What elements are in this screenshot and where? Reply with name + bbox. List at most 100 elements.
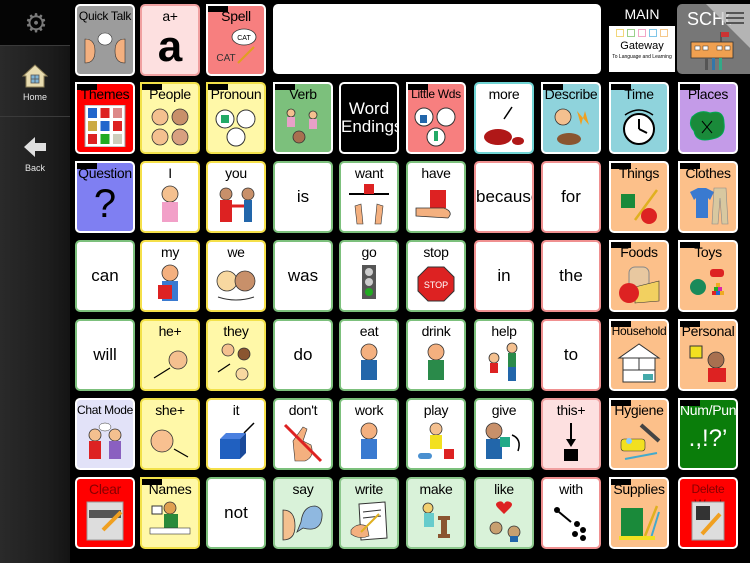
button-label: want: [354, 165, 384, 181]
grid-button-clothes[interactable]: Clothes: [678, 161, 738, 233]
grid-button-have[interactable]: have: [406, 161, 466, 233]
this-arrow-icon: [549, 421, 593, 463]
grid-button-drink[interactable]: drink: [406, 319, 466, 391]
grid-button-things[interactable]: Things: [609, 161, 669, 233]
grid-button-delete-word[interactable]: Delete Word: [678, 477, 738, 549]
grid-button-we[interactable]: we: [206, 240, 266, 312]
grid-button-don-t[interactable]: don't: [273, 398, 333, 470]
play-icon: [414, 421, 458, 463]
button-label: Question: [78, 165, 132, 181]
grid-button-people[interactable]: People: [140, 82, 200, 154]
grid-button-make[interactable]: make: [406, 477, 466, 549]
grid-button-like[interactable]: like: [474, 477, 534, 549]
grid-button-num-punc[interactable]: Num/Punc .,!?’: [678, 398, 738, 470]
verb-actions-icon: [281, 105, 325, 147]
button-label: write: [354, 481, 384, 497]
grid-button-clear[interactable]: Clear: [75, 477, 135, 549]
grid-button-toys[interactable]: Toys: [678, 240, 738, 312]
grid-button-foods[interactable]: Foods: [609, 240, 669, 312]
grid-button-do[interactable]: do: [273, 319, 333, 391]
grid-button-household[interactable]: Household: [609, 319, 669, 391]
button-label: have: [421, 165, 451, 181]
grid-button-you[interactable]: you: [206, 161, 266, 233]
grid-button-to[interactable]: to: [541, 319, 601, 391]
sidebar-item-home[interactable]: Home: [0, 46, 70, 118]
grid-button-will[interactable]: will: [75, 319, 135, 391]
grid-button-describe[interactable]: Describe: [541, 82, 601, 154]
grid-button-names[interactable]: Names: [140, 477, 200, 549]
grid-button-go[interactable]: go: [339, 240, 399, 312]
gear-icon[interactable]: ⚙: [23, 10, 49, 36]
button-label: Hygiene: [614, 402, 664, 418]
grid-button-pronoun[interactable]: Pronoun: [206, 82, 266, 154]
grid-button-word-endings[interactable]: Word Endings: [339, 82, 399, 154]
grid-button-give[interactable]: give: [474, 398, 534, 470]
button-label: like: [494, 481, 514, 497]
sidebar-item-label: Home: [22, 92, 47, 102]
grid-button-little-wds[interactable]: Little Wds: [406, 82, 466, 154]
svg-text:CAT: CAT: [216, 53, 235, 64]
grid-button-quick-talk[interactable]: Quick Talk: [75, 4, 135, 76]
grid-button-hygiene[interactable]: Hygiene: [609, 398, 669, 470]
main-gateway-button[interactable]: MAIN Gateway To Language and Learning: [608, 6, 676, 74]
grid-button-personal[interactable]: Personal: [678, 319, 738, 391]
sidebar-item-back[interactable]: Back: [0, 117, 70, 189]
school-button[interactable]: SCHOOL: [677, 4, 750, 74]
grid-button-help[interactable]: help: [474, 319, 534, 391]
grid-button-was[interactable]: was: [273, 240, 333, 312]
eat-icon: [347, 342, 391, 384]
give-icon: [482, 421, 526, 463]
things-icon: [617, 184, 661, 226]
grid-button-this[interactable]: this+: [541, 398, 601, 470]
button-label: the: [559, 266, 583, 285]
button-label: because: [476, 187, 534, 206]
delete-word-icon: [686, 500, 730, 542]
grid-button-the[interactable]: the: [541, 240, 601, 312]
grid-button-is[interactable]: is: [273, 161, 333, 233]
grid-button-can[interactable]: can: [75, 240, 135, 312]
grid-button-say[interactable]: say: [273, 477, 333, 549]
grid-button-write[interactable]: write: [339, 477, 399, 549]
button-label: People: [149, 86, 191, 102]
grid-button-it[interactable]: it: [206, 398, 266, 470]
grid-button-eat[interactable]: eat: [339, 319, 399, 391]
they-faces-icon: [214, 342, 258, 384]
grid-button-stop[interactable]: stop STOP: [406, 240, 466, 312]
grid-button-verb[interactable]: Verb: [273, 82, 333, 154]
grid-button-not[interactable]: not: [206, 477, 266, 549]
grid-button-play[interactable]: play: [406, 398, 466, 470]
grid-button-he[interactable]: he+: [140, 319, 200, 391]
button-label: is: [296, 187, 310, 206]
button-label: she+: [155, 402, 185, 418]
button-label: drink: [421, 323, 451, 339]
hamburger-menu-icon[interactable]: [726, 12, 744, 26]
it-cube-icon: [214, 421, 258, 463]
grid-button-i[interactable]: I: [140, 161, 200, 233]
grid-button-supplies[interactable]: Supplies: [609, 477, 669, 549]
button-label: don't: [288, 402, 318, 418]
grid-button-more[interactable]: more: [474, 82, 534, 154]
grid-button-work[interactable]: work: [339, 398, 399, 470]
write-icon: [347, 500, 391, 542]
drink-icon: [414, 342, 458, 384]
grid-button-a[interactable]: a+ a: [140, 4, 200, 76]
grid-button-my[interactable]: my: [140, 240, 200, 312]
grid-button-she[interactable]: she+: [140, 398, 200, 470]
grid-button-places[interactable]: Places: [678, 82, 738, 154]
grid-button-question[interactable]: Question?: [75, 161, 135, 233]
grid-button-chat-mode[interactable]: Chat Mode: [75, 398, 135, 470]
grid-button-themes[interactable]: Themes: [75, 82, 135, 154]
button-label: you: [225, 165, 247, 181]
pointing-you-icon: [214, 184, 258, 226]
grid-button-with[interactable]: with: [541, 477, 601, 549]
grid-button-they[interactable]: they: [206, 319, 266, 391]
grid-button-for[interactable]: for: [541, 161, 601, 233]
grid-button-because[interactable]: because: [474, 161, 534, 233]
grid-button-want[interactable]: want: [339, 161, 399, 233]
grid-button-in[interactable]: in: [474, 240, 534, 312]
like-heart-icon: [482, 500, 526, 542]
supplies-icon: [617, 500, 661, 542]
grid-button-time[interactable]: Time: [609, 82, 669, 154]
grid-button-spell[interactable]: Spell CAT CAT: [206, 4, 266, 76]
message-bar[interactable]: [273, 4, 601, 74]
